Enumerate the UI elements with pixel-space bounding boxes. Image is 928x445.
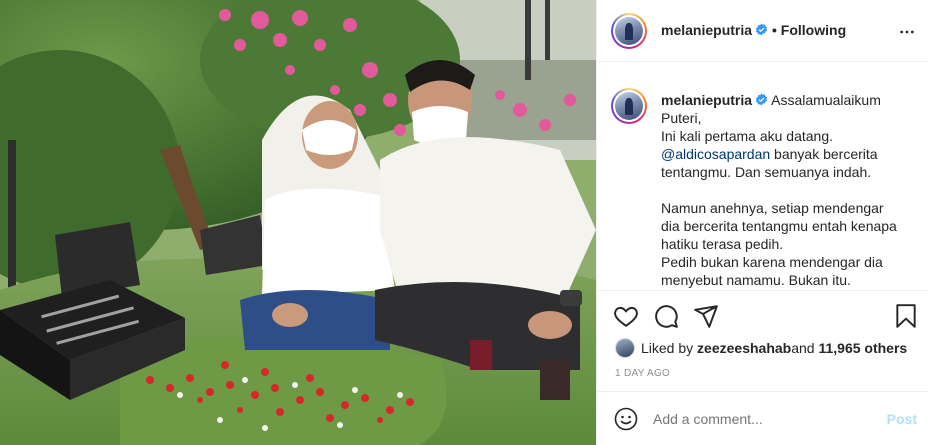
following-button[interactable]: Following: [781, 22, 846, 38]
caption-line: Assalamualaikum: [771, 92, 881, 108]
post-comment-button[interactable]: Post: [887, 411, 917, 427]
comment-bar: Post: [597, 391, 928, 445]
caption-line: banyak bercerita: [770, 146, 878, 162]
likes-middle: and: [791, 340, 815, 356]
liker-username[interactable]: zeezeeshahab: [697, 340, 791, 356]
separator-dot: •: [772, 22, 777, 38]
caption-line: tentangmu. Dan semuanya indah.: [661, 164, 872, 180]
caption-line: Ini kali pertama aku datang.: [661, 128, 833, 144]
post-details-panel: melanieputria • Following melanieputria …: [596, 0, 928, 445]
caption-line: Namun anehnya, setiap mendengar: [661, 200, 884, 216]
bookmark-icon[interactable]: [893, 303, 919, 329]
caption-area: melanieputria Assalamualaikum Puteri, In…: [597, 63, 928, 290]
liker-avatar[interactable]: [615, 338, 635, 358]
header-username[interactable]: melanieputria: [661, 22, 768, 38]
verified-badge-icon: [756, 23, 768, 36]
caption-line: Puteri,: [661, 110, 702, 126]
likes-count-link[interactable]: 11,965 others: [818, 340, 907, 356]
heart-icon[interactable]: [613, 303, 639, 329]
caption-verified-badge-icon: [756, 93, 768, 106]
more-options-icon[interactable]: [899, 24, 915, 40]
caption-line: menyebut namamu. Bukan itu.: [661, 272, 851, 288]
caption-username[interactable]: melanieputria: [661, 92, 752, 108]
action-bar: [597, 290, 928, 340]
follow-status[interactable]: • Following: [772, 22, 846, 38]
post-photo[interactable]: [0, 0, 596, 445]
post-header: melanieputria • Following: [597, 0, 928, 62]
emoji-icon[interactable]: [614, 407, 638, 431]
photo-scene: [0, 0, 596, 445]
caption-line: Pedih bukan karena mendengar dia: [661, 254, 883, 270]
share-icon[interactable]: [693, 303, 719, 329]
comment-input[interactable]: [653, 411, 873, 427]
caption-text: melanieputria Assalamualaikum Puteri, In…: [661, 91, 917, 289]
likes-summary: Liked by zeezeeshahab and 11,965 others: [615, 338, 907, 358]
header-username-text[interactable]: melanieputria: [661, 22, 752, 38]
likes-prefix: Liked by: [641, 340, 694, 356]
caption-mention-link[interactable]: @aldicosapardan: [661, 146, 770, 162]
comment-icon[interactable]: [653, 303, 679, 329]
caption-line: dia bercerita tentangmu entah kenapa: [661, 218, 897, 234]
caption-line: hatiku terasa pedih.: [661, 236, 784, 252]
avatar[interactable]: [615, 17, 643, 45]
post-timestamp[interactable]: 1 day ago: [615, 368, 670, 379]
caption-avatar[interactable]: [615, 92, 643, 120]
